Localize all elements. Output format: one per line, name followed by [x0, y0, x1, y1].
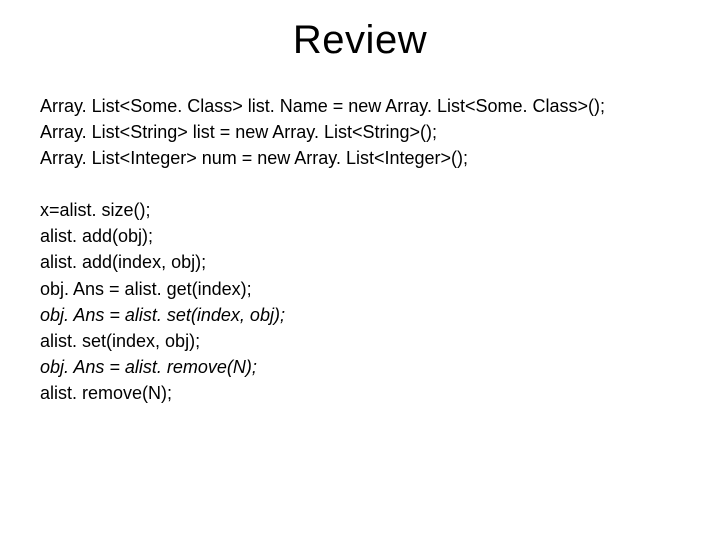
code-line: Array. List<String> list = new Array. Li…	[40, 119, 680, 145]
code-line: obj. Ans = alist. get(index);	[40, 276, 680, 302]
declarations-block: Array. List<Some. Class> list. Name = ne…	[40, 93, 680, 171]
code-line: alist. add(obj);	[40, 223, 680, 249]
code-line: Array. List<Some. Class> list. Name = ne…	[40, 93, 680, 119]
code-line: obj. Ans = alist. remove(N);	[40, 354, 680, 380]
code-line: obj. Ans = alist. set(index, obj);	[40, 302, 680, 328]
code-line: x=alist. size();	[40, 197, 680, 223]
slide-body: Array. List<Some. Class> list. Name = ne…	[0, 93, 720, 406]
code-line: alist. remove(N);	[40, 380, 680, 406]
slide-title: Review	[0, 0, 720, 93]
operations-block: x=alist. size(); alist. add(obj); alist.…	[40, 197, 680, 406]
code-line: alist. add(index, obj);	[40, 249, 680, 275]
code-line: Array. List<Integer> num = new Array. Li…	[40, 145, 680, 171]
slide: Review Array. List<Some. Class> list. Na…	[0, 0, 720, 540]
code-line: alist. set(index, obj);	[40, 328, 680, 354]
